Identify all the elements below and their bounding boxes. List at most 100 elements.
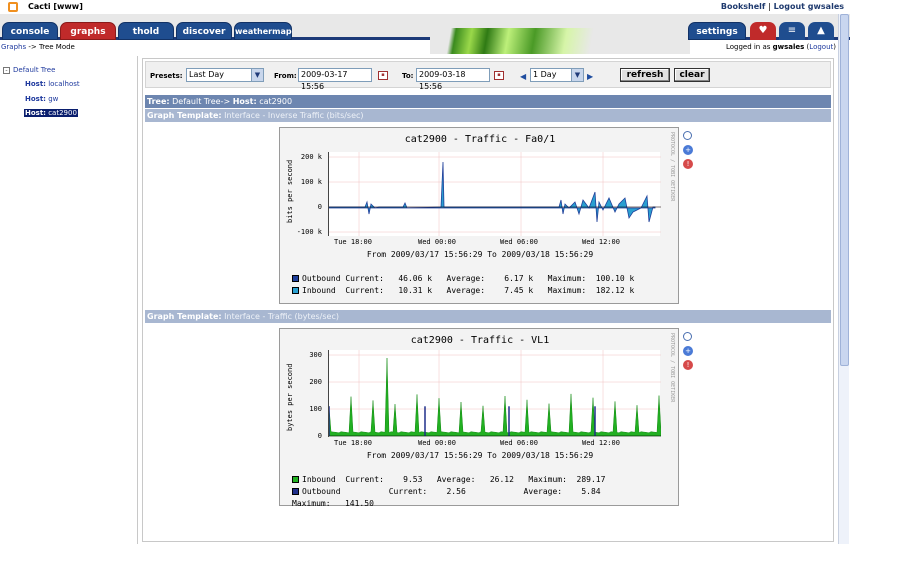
graph-properties-icon[interactable]: ! — [683, 360, 693, 370]
bookshelf-link[interactable]: Bookshelf — [721, 2, 766, 11]
legend-row-inbound: Inbound Current: 10.31 k Average: 7.45 k… — [292, 286, 634, 295]
legend-name: Inbound — [302, 475, 336, 484]
template-value: Interface - Inverse Traffic (bits/sec) — [221, 111, 364, 120]
zoom-graph-icon[interactable] — [683, 131, 692, 140]
tree-view-icon[interactable]: ♥ — [750, 22, 776, 40]
dropdown-arrow-icon[interactable]: ▼ — [571, 69, 583, 81]
login-user: gwsales — [772, 43, 805, 51]
shift-right-icon[interactable]: ▶ — [587, 72, 593, 81]
time-range-label: From 2009/03/17 15:56:29 To 2009/03/18 1… — [366, 451, 594, 460]
x-tick-label: Wed 12:00 — [582, 238, 620, 246]
tree-header-host-value: cat2900 — [256, 97, 293, 106]
from-label: From: — [274, 72, 297, 80]
csv-export-icon[interactable]: + — [683, 145, 693, 155]
tab-thold[interactable]: thold — [118, 22, 174, 40]
dropdown-arrow-icon[interactable]: ▼ — [251, 69, 263, 81]
timeshift-value: 1 Day — [533, 70, 557, 79]
graph-image-fa0-1[interactable]: cat2900 - Traffic - Fa0/1 bits per secon… — [279, 127, 679, 304]
tree-root-default[interactable]: - Default Tree — [3, 66, 55, 74]
tab-weathermap[interactable]: weathermap — [234, 22, 292, 40]
breadcrumb-bar: Graphs -> Tree Mode Logged in as gwsales… — [0, 42, 850, 53]
y-tick-label: 100 — [309, 405, 322, 413]
presets-select[interactable]: Last Day ▼ — [186, 68, 264, 82]
y-axis-label: bytes per second — [286, 363, 294, 431]
tab-bar: console graphs thold discover weathermap… — [0, 14, 850, 54]
rrdtool-credit: PROTOCOL / TOBI OETIKER — [669, 132, 675, 202]
host-name: gw — [45, 95, 59, 103]
traffic-plot-fa0-1 — [328, 152, 661, 236]
breadcrumb-arrow: -> — [26, 43, 39, 51]
graph-title: cat2900 - Traffic - VL1 — [410, 335, 550, 346]
cacti-logo-icon — [8, 2, 18, 12]
traffic-plot-vl1 — [328, 350, 662, 437]
timespan-filter-bar: Presets: Last Day ▼ From: 2009-03-17 15:5… — [145, 61, 831, 91]
graph-image-vl1[interactable]: cat2900 - Traffic - VL1 bytes per second… — [279, 328, 679, 508]
legend-row-outbound: Outbound Current: 46.06 k Average: 6.17 … — [292, 274, 634, 283]
top-links: Bookshelf | Logout gwsales — [721, 2, 844, 11]
x-tick-label: Wed 00:00 — [418, 238, 456, 246]
breadcrumb: Graphs -> Tree Mode — [1, 43, 75, 51]
y-tick-label: 100 k — [300, 178, 322, 186]
host-name: localhost — [45, 80, 80, 88]
tab-settings[interactable]: settings — [688, 22, 746, 40]
tree-host-cat2900[interactable]: Host: cat2900 — [24, 109, 78, 117]
csv-export-icon[interactable]: + — [683, 346, 693, 356]
graph-properties-icon[interactable]: ! — [683, 159, 693, 169]
graph-template-header-2: Graph Template: Interface - Traffic (byt… — [145, 310, 831, 323]
tree-root-label: Default Tree — [13, 66, 56, 74]
x-tick-label: Wed 00:00 — [418, 439, 456, 447]
tab-console[interactable]: console — [2, 22, 58, 40]
tab-graphs[interactable]: graphs — [60, 22, 116, 40]
host-prefix: Host: — [25, 109, 46, 117]
legend-name: Inbound — [302, 286, 336, 295]
to-date-input[interactable]: 2009-03-18 15:56 — [416, 68, 490, 91]
graph-tree-sidebar: - Default Tree Host: localhost Host: gw H… — [0, 56, 138, 544]
graph-content-area: Presets: Last Day ▼ From: 2009-03-17 15:5… — [142, 58, 834, 542]
login-paren-close: ) — [833, 43, 836, 51]
legend-swatch — [292, 476, 299, 483]
y-tick-label: 0 — [317, 203, 322, 211]
window-title: Cacti [www] — [28, 2, 83, 11]
scrollbar-thumb[interactable] — [840, 14, 849, 366]
y-tick-label: 0 — [317, 432, 322, 440]
inbound-series-area — [328, 357, 662, 437]
tab-discover[interactable]: discover — [176, 22, 232, 40]
clear-button[interactable]: clear — [674, 68, 710, 82]
breadcrumb-graphs-link[interactable]: Graphs — [1, 43, 26, 51]
shift-left-icon[interactable]: ◀ — [520, 72, 526, 81]
y-axis-label: bits per second — [286, 159, 294, 223]
presets-label: Presets: — [150, 72, 183, 80]
y-tick-label: 200 k — [300, 153, 322, 161]
legend-values: Current: 10.31 k Average: 7.45 k Maximum… — [335, 286, 635, 295]
legend-swatch — [292, 275, 299, 282]
link-separator: | — [768, 2, 771, 11]
list-view-icon[interactable]: ≡ — [779, 22, 805, 40]
login-logout-link[interactable]: Logout — [809, 43, 833, 51]
legend-swatch — [292, 488, 299, 495]
preview-view-icon[interactable]: ▲ — [808, 22, 834, 40]
x-tick-label: Wed 06:00 — [500, 238, 538, 246]
calendar-to-icon[interactable]: ▪ — [494, 71, 504, 80]
tree-host-gw[interactable]: Host: gw — [24, 95, 59, 103]
plot-area — [328, 350, 662, 437]
legend-name: Outbound — [302, 274, 341, 283]
vertical-scrollbar[interactable] — [838, 14, 849, 544]
zoom-graph-icon[interactable] — [683, 332, 692, 341]
legend-values: Current: 2.56 Average: 5.84 — [340, 487, 601, 496]
template-value: Interface - Traffic (bytes/sec) — [221, 312, 339, 321]
to-label: To: — [402, 72, 414, 80]
template-label: Graph Template: — [147, 111, 222, 120]
x-tick-label: Tue 18:00 — [334, 439, 372, 447]
timeshift-select[interactable]: 1 Day ▼ — [530, 68, 584, 82]
legend-row-outbound: Outbound Current: 2.56 Average: 5.84 — [292, 487, 601, 496]
collapse-icon[interactable]: - — [3, 66, 10, 74]
logout-link[interactable]: Logout gwsales — [774, 2, 844, 11]
x-tick-label: Wed 12:00 — [582, 439, 620, 447]
calendar-from-icon[interactable]: ▪ — [378, 71, 388, 80]
refresh-button[interactable]: refresh — [620, 68, 670, 82]
host-prefix: Host: — [25, 80, 46, 88]
time-range-label: From 2009/03/17 15:56:29 To 2009/03/18 1… — [366, 250, 594, 259]
tree-host-localhost[interactable]: Host: localhost — [24, 80, 81, 88]
from-date-input[interactable]: 2009-03-17 15:56 — [298, 68, 372, 91]
legend-swatch — [292, 287, 299, 294]
